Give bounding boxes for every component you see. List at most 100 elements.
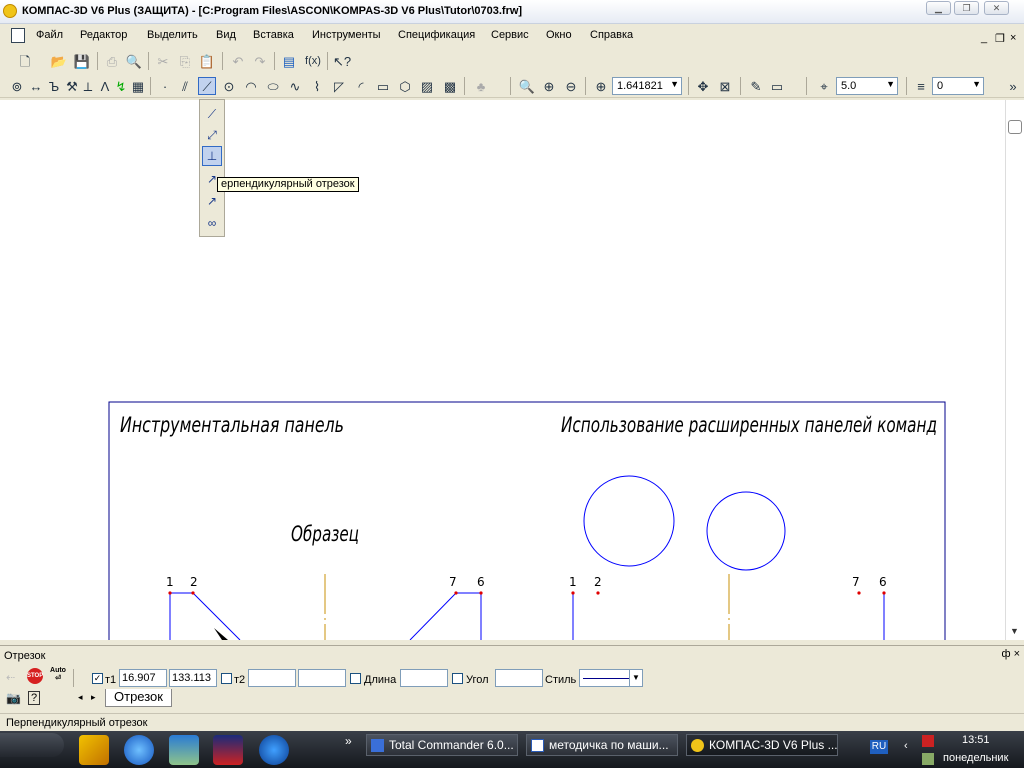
pan-icon[interactable]: ✥ — [694, 77, 712, 95]
t2-checkbox[interactable] — [221, 673, 232, 684]
panel-close-icon[interactable]: × — [1014, 648, 1020, 660]
menu-file[interactable]: Файл — [36, 29, 63, 41]
open-folder-icon[interactable]: 📂 — [50, 52, 68, 70]
tab-segment[interactable]: Отрезок — [105, 689, 172, 707]
scroll-down-icon[interactable]: ▼ — [1010, 626, 1019, 636]
tab-prev-icon[interactable]: ◂ — [78, 692, 83, 703]
copy-icon[interactable]: ⎘ — [176, 52, 194, 70]
t1-checkbox[interactable]: ✓ — [92, 673, 103, 684]
polyline-icon[interactable]: ⌇ — [308, 77, 326, 95]
attributes-icon[interactable]: ♣ — [472, 77, 490, 95]
undo-icon[interactable]: ↶ — [229, 52, 247, 70]
print-preview-icon[interactable]: 🔍 — [125, 52, 143, 70]
t2-x-field[interactable] — [248, 669, 296, 687]
annotations-icon[interactable]: Ъ — [45, 77, 63, 95]
segment-icon[interactable]: ⟋ — [198, 77, 216, 95]
pin-icon[interactable]: ф — [1001, 648, 1010, 660]
mdi-close-button[interactable]: × — [1010, 32, 1016, 44]
quicklaunch-app-icon[interactable] — [79, 735, 109, 765]
network-icon[interactable] — [259, 735, 289, 765]
stop-button[interactable]: STOP — [27, 668, 43, 684]
menu-insert[interactable]: Вставка — [253, 29, 294, 41]
geometry-icon[interactable]: ⊚ — [8, 77, 26, 95]
redo-icon[interactable]: ↷ — [251, 52, 269, 70]
segment-icon[interactable]: ⟋ — [202, 104, 222, 124]
drawing-canvas[interactable]: Инструментальная панель Использование ра… — [0, 100, 1005, 640]
maximize-button[interactable]: ❐ — [954, 1, 979, 15]
camera-icon[interactable]: 📷 — [6, 691, 21, 705]
rectangle-icon[interactable]: ▭ — [374, 77, 392, 95]
menu-service[interactable]: Сервис — [491, 29, 529, 41]
angle-field[interactable] — [495, 669, 543, 687]
variables-icon[interactable]: ▤ — [280, 52, 298, 70]
print-icon[interactable]: ⎙ — [103, 52, 121, 70]
scroll-thumb[interactable] — [1008, 120, 1022, 134]
menu-window[interactable]: Окно — [546, 29, 572, 41]
tangent-segment-2-icon[interactable]: ↗ — [202, 191, 222, 211]
taskbar-overflow-button[interactable]: » — [345, 734, 352, 748]
t1-y-field[interactable]: 133.113 — [169, 669, 217, 687]
length-checkbox[interactable] — [350, 673, 361, 684]
hatch-icon[interactable]: ▨ — [418, 77, 436, 95]
menu-help[interactable]: Справка — [590, 29, 633, 41]
dimensions-icon[interactable]: ↔ — [27, 77, 45, 95]
zoom-window-icon[interactable]: 🔍 — [518, 77, 536, 95]
zoom-in-icon[interactable]: ⊕ — [540, 77, 558, 95]
parametrization-icon[interactable]: ⟂ — [79, 77, 97, 95]
auto-button[interactable]: Auto ⏎ — [48, 667, 68, 685]
start-button[interactable] — [0, 733, 64, 757]
arc-icon[interactable]: ◠ — [242, 77, 260, 95]
picture-viewer-icon[interactable] — [169, 735, 199, 765]
perpendicular-segment-icon[interactable]: ⊥ — [202, 146, 222, 166]
layer-combo[interactable]: 0 ▼ — [932, 77, 984, 95]
circle-icon[interactable]: ⊙ — [220, 77, 238, 95]
language-indicator[interactable]: RU — [870, 740, 888, 754]
minimize-button[interactable]: ▁ — [926, 1, 951, 15]
mdi-minimize-button[interactable]: _ — [981, 32, 987, 44]
spline-icon[interactable]: ∿ — [286, 77, 304, 95]
menu-tools[interactable]: Инструменты — [312, 29, 381, 41]
layout-icon[interactable]: ▭ — [768, 77, 786, 95]
paste-icon[interactable]: 📋 — [198, 52, 216, 70]
help-pointer-icon[interactable]: ↖? — [333, 52, 351, 70]
toolbar-overflow-icon[interactable]: » — [1004, 77, 1022, 95]
document-icon[interactable] — [11, 28, 25, 43]
vertical-scrollbar[interactable]: ▼ — [1005, 100, 1024, 640]
fx-button[interactable]: f(x) — [302, 52, 324, 70]
layers-icon[interactable]: ≡ — [912, 77, 930, 95]
spec-icon[interactable]: ▦ — [129, 77, 147, 95]
tray-app-icon[interactable] — [922, 753, 934, 765]
task-word-document[interactable]: методичка по маши... — [526, 734, 678, 756]
chevron-down-icon[interactable]: ▼ — [629, 670, 642, 686]
t2-y-field[interactable] — [298, 669, 346, 687]
snap-icon[interactable]: ✎ — [747, 77, 765, 95]
auxiliary-line-icon[interactable]: ⫽ — [176, 77, 194, 95]
chamfer-icon[interactable]: ◸ — [330, 77, 348, 95]
style-select[interactable]: ▼ — [579, 669, 643, 687]
fillet-icon[interactable]: ◜ — [352, 77, 370, 95]
mdi-restore-button[interactable]: ❐ — [995, 32, 1005, 45]
angle-checkbox[interactable] — [452, 673, 463, 684]
point-icon[interactable]: · — [156, 77, 174, 95]
ellipse-icon[interactable]: ⬭ — [264, 77, 282, 95]
floppy-icon[interactable] — [213, 735, 243, 765]
close-button[interactable]: ✕ — [984, 1, 1009, 15]
menu-specification[interactable]: Спецификация — [398, 29, 475, 41]
length-field[interactable] — [400, 669, 448, 687]
cursor-step-combo[interactable]: 5.0 ▼ — [836, 77, 898, 95]
zoom-out-icon[interactable]: ⊖ — [562, 77, 580, 95]
equidistant-icon[interactable]: ▩ — [441, 77, 459, 95]
parallel-segment-icon[interactable]: ⤢ — [202, 125, 222, 145]
menu-view[interactable]: Вид — [216, 29, 236, 41]
t1-x-field[interactable]: 16.907 — [119, 669, 167, 687]
cursor-step-icon[interactable]: ⌖ — [815, 77, 833, 95]
tray-expand-icon[interactable]: ‹ — [904, 740, 908, 752]
menu-select[interactable]: Выделить — [147, 29, 198, 41]
antivirus-icon[interactable] — [922, 735, 934, 747]
internet-explorer-icon[interactable] — [124, 735, 154, 765]
menu-editor[interactable]: Редактор — [80, 29, 127, 41]
polygon-icon[interactable]: ⬡ — [396, 77, 414, 95]
select-icon[interactable]: ↯ — [112, 77, 130, 95]
show-all-icon[interactable]: ⊠ — [716, 77, 734, 95]
task-kompas[interactable]: КОМПАС-3D V6 Plus ... — [686, 734, 838, 756]
